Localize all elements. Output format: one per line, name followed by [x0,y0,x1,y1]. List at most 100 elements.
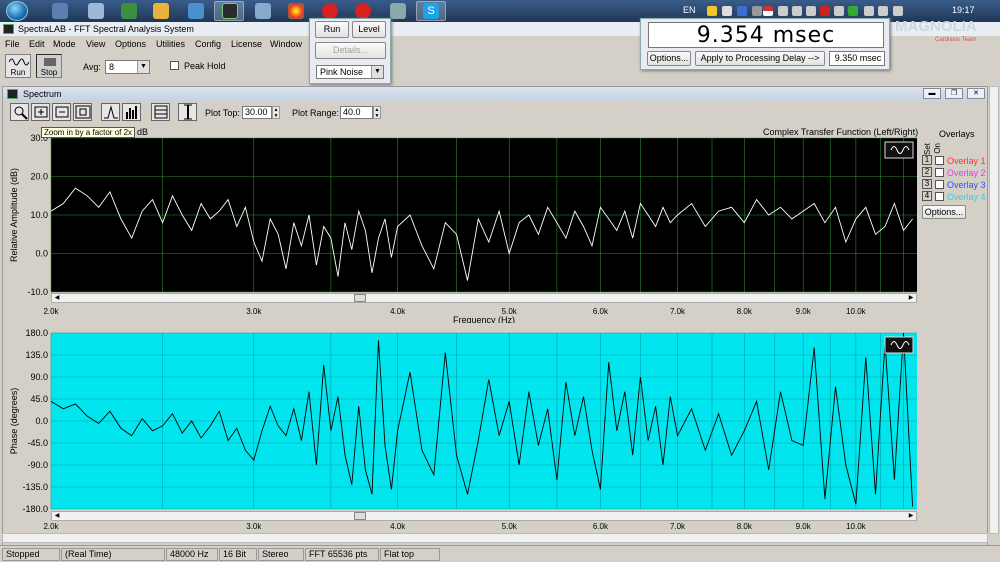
overlay-options-button[interactable]: Options... [922,205,966,219]
x-tick-label: 10.0k [846,522,867,531]
minimize-button[interactable]: ▬ [923,88,941,99]
zoom-out-full-button[interactable] [73,103,92,121]
opera-icon[interactable] [355,3,371,19]
overlay-4-label: Overlay 4 [947,192,986,202]
overlay-2-checkbox[interactable] [935,168,944,177]
tray-icon[interactable] [806,6,816,16]
cursor-button[interactable] [178,103,197,121]
menu-view[interactable]: View [86,39,105,49]
delay-readout: 9.354 msec [648,22,884,48]
line-plot-button[interactable] [101,103,120,121]
stop-icon [44,58,56,66]
tray-icon[interactable] [848,6,858,16]
y-axis-label: Relative Amplitude (dB) [9,168,19,262]
plot-range-spinner[interactable]: ▲ ▼ [373,106,381,119]
avg-select[interactable]: 8 ▼ [105,60,150,74]
peak-hold-checkbox[interactable] [170,61,179,70]
restore-button[interactable]: ❐ [945,88,963,99]
apply-delay-button[interactable]: Apply to Processing Delay --> [695,51,825,66]
tray-icon[interactable] [722,6,732,16]
menu-options[interactable]: Options [115,39,146,49]
bar-plot-button[interactable] [122,103,141,121]
scroll-right-icon[interactable]: ▶ [906,512,916,520]
zoom-in-2x-button[interactable] [31,103,50,121]
overlay-4-checkbox[interactable] [935,192,944,201]
menu-file[interactable]: File [5,39,20,49]
zoom-out-2x-button[interactable] [52,103,71,121]
tray-icon[interactable] [707,6,717,16]
watermark-sub: Cardiaxis Team [935,37,977,43]
menu-utilities[interactable]: Utilities [156,39,185,49]
clock[interactable]: 19:17 [952,5,975,15]
app-icon[interactable] [255,3,271,19]
sine-wave-icon [9,58,29,66]
menu-config[interactable]: Config [195,39,221,49]
overlay-1-checkbox[interactable] [935,156,944,165]
close-button[interactable]: ✕ [967,88,985,99]
tray-icon[interactable] [752,6,762,16]
x-tick-label: 9.0k [796,522,812,531]
scroll-right-icon[interactable]: ▶ [906,294,916,302]
generator-type-select[interactable]: Pink Noise ▼ [316,65,384,79]
menu-window[interactable]: Window [270,39,302,49]
x-tick-label: 7.0k [670,522,686,531]
delay-options-button[interactable]: Options... [647,51,691,66]
start-button[interactable] [6,1,28,21]
generator-level-button[interactable]: Level [352,21,386,38]
overlay-set-button[interactable]: 4 [922,191,932,201]
tray-icon[interactable] [792,6,802,16]
app-icon[interactable] [121,3,137,19]
x-tick-label: 2.0k [43,307,59,316]
folder-icon[interactable] [153,3,169,19]
network-icon[interactable] [864,6,874,16]
window-vertical-scrollbar[interactable] [989,86,999,534]
app-icon[interactable] [52,3,68,19]
status-mode: (Real Time) [61,548,165,561]
y-tick-label: 45.0 [30,394,48,404]
status-state: Stopped [2,548,60,561]
app-icon[interactable] [390,3,406,19]
volume-icon[interactable] [893,6,903,16]
plot-top-spinner[interactable]: ▲ ▼ [272,106,280,119]
flag-icon[interactable] [763,6,773,16]
tray-icon[interactable] [820,6,830,16]
stop-button[interactable]: Stop [36,54,62,78]
generator-type-value: Pink Noise [320,67,364,77]
zoom-out-icon [55,106,68,118]
y-tick-label: 10.0 [30,210,48,220]
opera-icon[interactable] [322,3,338,19]
app-icon[interactable] [188,3,204,19]
x-tick-label: 9.0k [796,307,812,316]
phase-scrollbar[interactable]: ◀ ▶ [51,511,917,521]
overlay-1-label: Overlay 1 [947,156,986,166]
chrome-icon[interactable] [288,3,304,19]
plot-range-input[interactable]: 40.0 [340,106,373,119]
bluetooth-icon[interactable] [737,6,747,16]
overlay-set-button[interactable]: 1 [922,155,932,165]
tray-icon[interactable] [778,6,788,16]
watermark-logo: MAGNOLIA [895,18,977,35]
menu-license[interactable]: License [231,39,262,49]
scroll-left-icon[interactable]: ◀ [52,294,62,302]
overlay-set-button[interactable]: 3 [922,179,932,189]
y-tick-label: 180.0 [25,328,48,338]
scroll-thumb[interactable] [354,294,366,302]
tray-icon[interactable] [834,6,844,16]
menu-mode[interactable]: Mode [53,39,76,49]
generator-run-button[interactable]: Run [315,21,349,38]
data-table-button[interactable] [151,103,170,121]
plot-top-input[interactable]: 30.00 [242,106,272,119]
window-horizontal-scrollbar[interactable] [2,533,988,543]
overlay-set-button[interactable]: 2 [922,167,932,177]
language-indicator[interactable]: EN [683,5,696,15]
app-icon[interactable] [88,3,104,19]
menu-edit[interactable]: Edit [29,39,45,49]
scroll-left-icon[interactable]: ◀ [52,512,62,520]
amplitude-scrollbar[interactable]: ◀ ▶ [51,293,917,303]
zoom-button[interactable] [10,103,29,121]
phase-plot[interactable]: 180.0 135.0 90.0 45.0 0.0 -45.0 -90.0 -135.0 -18… [3,327,921,533]
tray-icon[interactable] [878,6,888,16]
run-button[interactable]: Run [5,54,31,78]
overlay-3-checkbox[interactable] [935,180,944,189]
scroll-thumb[interactable] [354,512,366,520]
